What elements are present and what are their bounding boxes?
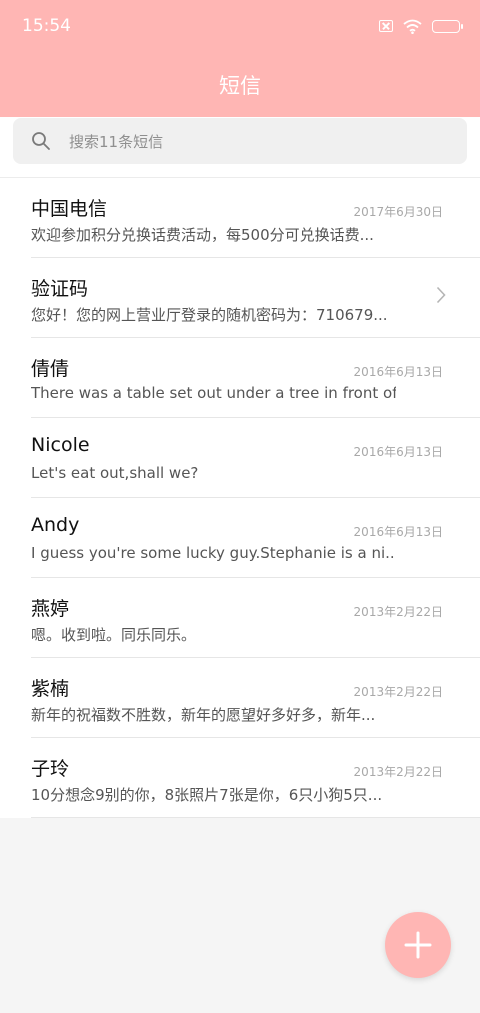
plus-icon — [404, 931, 432, 959]
conversation-name: 倩倩 — [31, 358, 70, 380]
conversation-list: 搜索11条短信 中国电信 2017年6月30日 欢迎参加积分兑换话费活动，每50… — [0, 117, 480, 818]
conversation-name: Andy — [31, 514, 80, 536]
conversation-date: 2016年6月13日 — [353, 445, 443, 459]
conversation-preview: I guess you're some lucky guy.Stephanie … — [31, 544, 396, 562]
conversation-name: Nicole — [31, 434, 90, 456]
conversation-name: 验证码 — [31, 278, 89, 300]
conversation-item[interactable]: Andy 2016年6月13日 I guess you're some luck… — [0, 498, 480, 578]
conversation-item[interactable]: 紫楠 2013年2月22日 新年的祝福数不胜数，新年的愿望好多好多，新年... — [0, 658, 480, 738]
conversation-preview: 10分想念9别的你，8张照片7张是你，6只小狗5只... — [31, 786, 383, 804]
conversation-item[interactable]: 燕婷 2013年2月22日 嗯。收到啦。同乐同乐。 — [0, 578, 480, 658]
search-input[interactable]: 搜索11条短信 — [13, 118, 467, 164]
conversation-date: 2016年6月13日 — [353, 525, 443, 539]
conversation-item[interactable]: 中国电信 2017年6月30日 欢迎参加积分兑换话费活动，每500分可兑换话费.… — [0, 178, 480, 258]
app-header: 15:54 短信 — [0, 0, 480, 117]
conversation-name: 燕婷 — [31, 598, 70, 620]
conversation-date: 2013年2月22日 — [353, 685, 443, 699]
conversation-preview: 新年的祝福数不胜数，新年的愿望好多好多，新年... — [31, 706, 376, 724]
status-time: 15:54 — [22, 16, 71, 36]
status-icons — [379, 16, 463, 36]
conversation-item[interactable]: 子玲 2013年2月22日 10分想念9别的你，8张照片7张是你，6只小狗5只.… — [0, 738, 480, 818]
search-placeholder: 搜索11条短信 — [69, 133, 164, 151]
new-message-button[interactable] — [385, 912, 451, 978]
conversation-preview: There was a table set out under a tree i… — [31, 384, 396, 402]
conversation-date: 2013年2月22日 — [353, 605, 443, 619]
battery-charging-icon — [432, 19, 463, 33]
conversation-date: 2017年6月30日 — [353, 205, 443, 219]
conversation-preview: 嗯。收到啦。同乐同乐。 — [31, 626, 197, 644]
search-icon — [32, 132, 50, 150]
wifi-icon — [403, 19, 422, 34]
conversation-preview: Let's eat out,shall we? — [31, 464, 199, 482]
conversation-preview: 欢迎参加积分兑换话费活动，每500分可兑换话费... — [31, 226, 374, 244]
conversation-date: 2016年6月13日 — [353, 365, 443, 379]
conversation-name: 紫楠 — [31, 678, 70, 700]
sim-off-icon — [379, 20, 393, 32]
divider — [31, 817, 480, 818]
conversation-preview: 您好！您的网上营业厅登录的随机密码为：710679... — [31, 306, 388, 324]
conversation-item[interactable]: 倩倩 2016年6月13日 There was a table set out … — [0, 338, 480, 418]
conversation-date: 2013年2月22日 — [353, 765, 443, 779]
chevron-right-icon — [436, 286, 446, 304]
conversation-name: 中国电信 — [31, 198, 108, 220]
conversation-name: 子玲 — [31, 758, 70, 780]
page-title: 短信 — [219, 74, 261, 98]
conversation-item[interactable]: 验证码 您好！您的网上营业厅登录的随机密码为：710679... — [0, 258, 480, 338]
conversation-item[interactable]: Nicole 2016年6月13日 Let's eat out,shall we… — [0, 418, 480, 498]
